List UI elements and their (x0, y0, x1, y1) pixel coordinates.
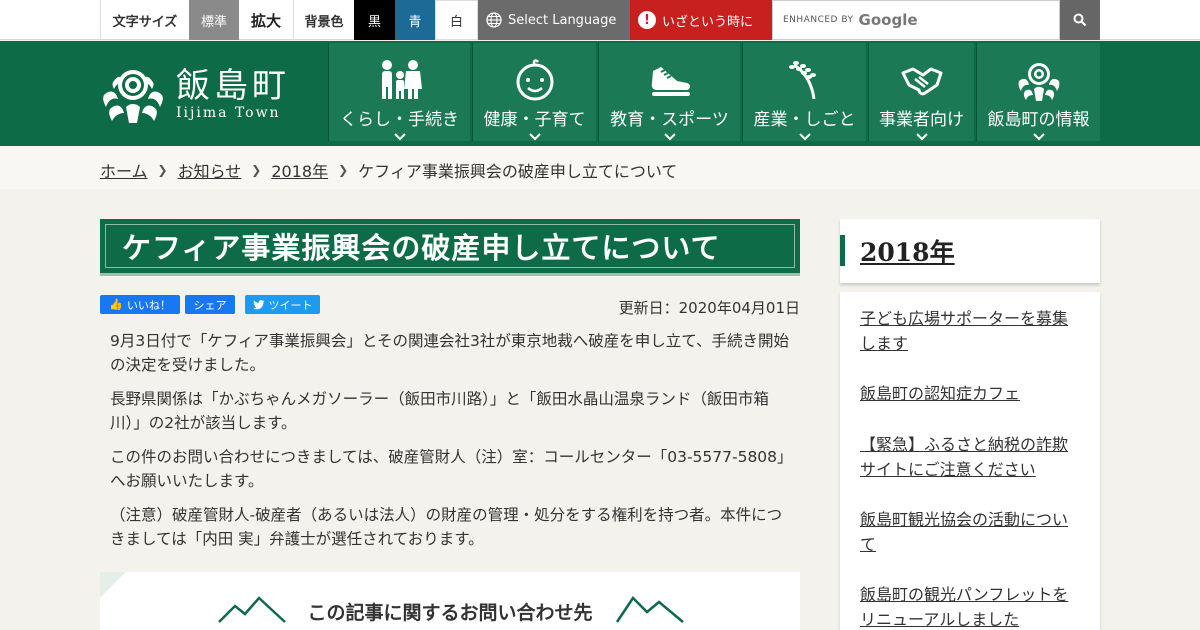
google-logo: Google (858, 11, 918, 29)
emergency-label: いざという時に (662, 14, 754, 30)
article-title-box: ケフィア事業振興会の破産申し立てについて (100, 219, 800, 273)
page-title: ケフィア事業振興会の破産申し立てについて (122, 231, 721, 265)
chevron-right-icon: ❯ (251, 163, 262, 177)
utility-bar: 文字サイズ 標準 拡大 背景色 黒 青 白 Select Language ! … (0, 0, 1200, 40)
breadcrumb-current: ケフィア事業振興会の破産申し立てについて (358, 162, 678, 181)
language-select[interactable]: Select Language (478, 0, 630, 40)
heading-accent-bar (840, 235, 845, 266)
chevron-right-icon: ❯ (157, 163, 168, 177)
globe-icon (486, 12, 502, 28)
breadcrumb-year[interactable]: 2018年 (271, 158, 328, 182)
town-emblem-icon (103, 70, 163, 123)
sidebar-heading[interactable]: 2018年 (860, 233, 955, 269)
town-emblem-icon (1018, 63, 1059, 101)
rice-plant-icon (788, 61, 816, 100)
article-paragraph: （注意）破産管財人-破産者（あるいは法人）の財産の管理・処分をする権利を持つ者。… (110, 506, 783, 548)
site-header: 飯島町 Iijima Town くらし・手続き 健康・子育て 教育・スポーツ 産… (0, 41, 1200, 146)
share-label: シェア (193, 298, 227, 312)
nav-label: くらし・手続き (340, 110, 459, 130)
nav-health-childcare[interactable]: 健康・子育て (472, 43, 596, 141)
facebook-share-button[interactable]: シェア (185, 295, 235, 314)
breadcrumb: ホーム ❯ お知らせ ❯ 2018年 ❯ ケフィア事業振興会の破産申し立てについ… (100, 158, 677, 182)
handshake-icon (901, 67, 942, 96)
chevron-down-icon (528, 133, 541, 141)
contact-title: この記事に関するお問い合わせ先 (307, 602, 593, 624)
chevron-down-icon (1032, 133, 1045, 141)
sidebar-item[interactable]: 【緊急】ふるさと納税の詐欺サイトにご注意ください (860, 432, 1080, 482)
font-standard-button[interactable]: 標準 (189, 0, 239, 40)
bg-blue-button[interactable]: 青 (395, 0, 435, 40)
sidebar-heading-box: 2018年 (840, 219, 1100, 283)
nav-label: 健康・子育て (483, 110, 586, 130)
sidebar-list: 子ども広場サポーターを募集します 飯島町の認知症カフェ 【緊急】ふるさと納税の詐… (840, 292, 1100, 630)
baby-face-icon (516, 59, 553, 101)
chevron-down-icon (393, 133, 406, 141)
nav-for-businesses[interactable]: 事業者向け (868, 43, 974, 141)
breadcrumb-news[interactable]: お知らせ (178, 158, 242, 182)
sidebar-item[interactable]: 子ども広場サポーターを募集します (860, 306, 1080, 356)
thumbs-up-icon: 👍 (109, 298, 123, 311)
nav-living-procedures[interactable]: くらし・手続き (328, 43, 470, 141)
logo-text: 飯島町 Iijima Town (176, 67, 290, 121)
search-icon (1073, 13, 1087, 27)
chevron-down-icon (798, 133, 811, 141)
nav-town-info[interactable]: 飯島町の情報 (976, 43, 1100, 141)
emergency-link[interactable]: ! いざという時に (630, 0, 772, 40)
nav-education-sports[interactable]: 教育・スポーツ (598, 43, 740, 141)
search-button[interactable] (1060, 0, 1100, 40)
language-label: Select Language (508, 12, 617, 28)
nav-industry-work[interactable]: 産業・しごと (742, 43, 866, 141)
nav-label: 事業者向け (879, 110, 964, 130)
sneaker-icon (651, 67, 690, 96)
sidebar-item[interactable]: 飯島町の認知症カフェ (860, 381, 1080, 406)
article-paragraph: 9月3日付で「ケフィア事業振興会」とその関連会社3社が東京地裁へ破産を申し立て、… (110, 332, 790, 374)
bg-white-button[interactable]: 白 (435, 0, 478, 40)
like-label: いいね！ (126, 298, 171, 312)
tweet-label: ツイート (268, 298, 313, 312)
corner-decoration (100, 572, 126, 598)
facebook-like-button[interactable]: 👍 いいね！ (100, 295, 180, 314)
font-size-label: 文字サイズ (100, 0, 189, 40)
font-large-button[interactable]: 拡大 (239, 0, 294, 40)
exclamation-icon: ! (638, 11, 656, 29)
chevron-down-icon (663, 133, 676, 141)
article-paragraph: 長野県関係は「かぶちゃんメガソーラー（飯田市川路）」と「飯田水晶山温泉ランド（飯… (110, 390, 769, 432)
contact-box: この記事に関するお問い合わせ先 (100, 572, 800, 630)
updated-date: 更新日：2020年04月01日 (618, 299, 800, 317)
site-logo[interactable]: 飯島町 Iijima Town (100, 59, 300, 129)
breadcrumb-bar: ホーム ❯ お知らせ ❯ 2018年 ❯ ケフィア事業振興会の破産申し立てについ… (0, 146, 1200, 189)
breadcrumb-home[interactable]: ホーム (100, 158, 148, 182)
logo-japanese: 飯島町 (176, 66, 290, 106)
nav-label: 産業・しごと (753, 110, 856, 130)
article-paragraph: この件のお問い合わせにつきましては、破産管財人（注）室：コールセンター「03-5… (110, 448, 793, 490)
chevron-right-icon: ❯ (338, 163, 349, 177)
logo-english: Iijima Town (176, 105, 281, 121)
sidebar-item[interactable]: 飯島町観光協会の活動について (860, 507, 1080, 557)
family-icon (381, 60, 422, 99)
tweet-button[interactable]: ツイート (245, 295, 320, 314)
twitter-bird-icon (252, 299, 264, 309)
article-title-inner: ケフィア事業振興会の破産申し立てについて (105, 224, 795, 268)
bg-black-button[interactable]: 黒 (354, 0, 395, 40)
nav-label: 飯島町の情報 (987, 110, 1090, 130)
search-input[interactable]: ENHANCED BY Google (772, 0, 1060, 40)
chevron-down-icon (915, 133, 928, 141)
sidebar-item[interactable]: 飯島町の観光パンフレットをリニューアルしました (860, 582, 1080, 630)
mountain-icon (615, 596, 684, 623)
search-enhanced-label: ENHANCED BY (783, 15, 854, 25)
bg-color-label: 背景色 (304, 14, 344, 30)
nav-label: 教育・スポーツ (610, 110, 729, 130)
